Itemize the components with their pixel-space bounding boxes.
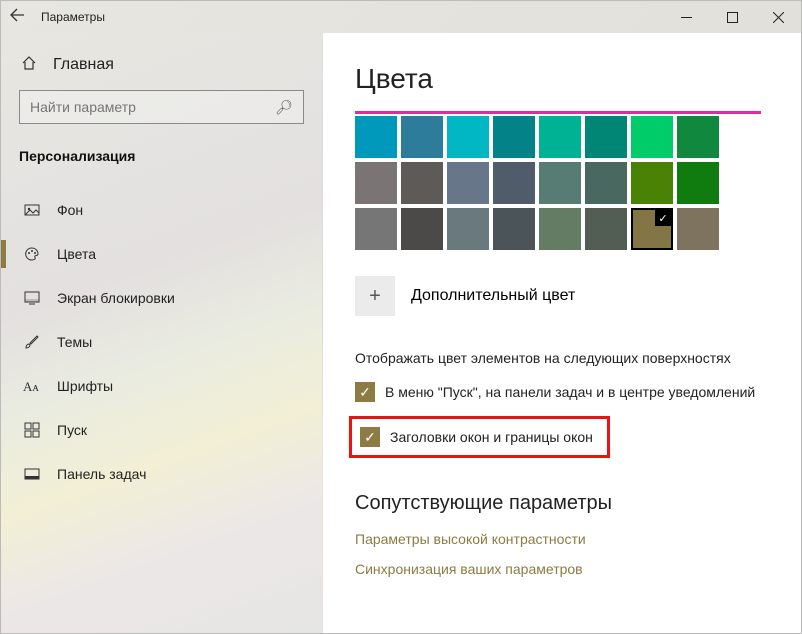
- color-swatch[interactable]: [539, 162, 581, 204]
- font-icon: Aᴀ: [23, 378, 41, 394]
- color-swatch[interactable]: ✓: [631, 208, 673, 250]
- color-swatch[interactable]: [355, 162, 397, 204]
- svg-text:Aᴀ: Aᴀ: [23, 379, 39, 394]
- category-label: Персонализация: [19, 148, 304, 164]
- sidebar-item-label: Экран блокировки: [57, 290, 175, 306]
- accent-topline: [355, 111, 761, 114]
- sidebar-item-brush[interactable]: Темы: [19, 320, 304, 364]
- color-swatch[interactable]: [631, 116, 673, 158]
- checkbox-label: В меню "Пуск", на панели задач и в центр…: [385, 384, 755, 400]
- color-swatch[interactable]: [401, 208, 443, 250]
- surfaces-heading: Отображать цвет элементов на следующих п…: [355, 350, 761, 366]
- search-box[interactable]: 🔍︎: [19, 90, 304, 124]
- color-swatch[interactable]: [677, 162, 719, 204]
- custom-color-button[interactable]: + Дополнительный цвет: [355, 276, 761, 316]
- sidebar: Главная 🔍︎ Персонализация Фон Цвета Экран …: [1, 33, 323, 633]
- checkmark-icon: ✓: [655, 210, 671, 226]
- color-swatch[interactable]: [447, 162, 489, 204]
- sidebar-item-label: Панель задач: [57, 466, 146, 482]
- main-content: Цвета ✓ + Дополнительный цвет Отображать…: [323, 33, 801, 633]
- minimize-button[interactable]: [663, 1, 709, 33]
- page-heading: Цвета: [355, 63, 761, 95]
- color-swatch[interactable]: [631, 162, 673, 204]
- link-high-contrast[interactable]: Параметры высокой контрастности: [355, 531, 761, 547]
- brush-icon: [23, 334, 41, 350]
- color-swatch[interactable]: [355, 116, 397, 158]
- checkmark-icon: ✓: [355, 382, 375, 402]
- checkbox-start-taskbar[interactable]: ✓ В меню "Пуск", на панели задач и в цен…: [355, 382, 761, 402]
- sidebar-item-lock-screen[interactable]: Экран блокировки: [19, 276, 304, 320]
- checkbox-label: Заголовки окон и границы окон: [390, 429, 593, 445]
- sidebar-item-label: Фон: [57, 202, 83, 218]
- color-swatch[interactable]: [355, 208, 397, 250]
- color-swatch[interactable]: [401, 162, 443, 204]
- sidebar-item-palette[interactable]: Цвета: [19, 232, 304, 276]
- color-swatch[interactable]: [677, 208, 719, 250]
- window-title: Параметры: [41, 10, 105, 24]
- color-swatch[interactable]: [539, 116, 581, 158]
- color-swatch[interactable]: [447, 208, 489, 250]
- color-swatch[interactable]: [493, 162, 535, 204]
- sidebar-item-font[interactable]: Aᴀ Шрифты: [19, 364, 304, 408]
- color-swatch[interactable]: [493, 208, 535, 250]
- color-swatch[interactable]: [585, 208, 627, 250]
- color-swatch[interactable]: [677, 116, 719, 158]
- back-button[interactable]: [9, 7, 41, 27]
- picture-icon: [23, 202, 41, 218]
- color-swatch[interactable]: [493, 116, 535, 158]
- sidebar-item-label: Шрифты: [57, 378, 113, 394]
- color-swatch[interactable]: [585, 116, 627, 158]
- maximize-button[interactable]: [709, 1, 755, 33]
- start-icon: [23, 422, 41, 438]
- custom-color-label: Дополнительный цвет: [411, 287, 575, 305]
- sidebar-item-picture[interactable]: Фон: [19, 188, 304, 232]
- checkmark-icon: ✓: [360, 427, 380, 447]
- sidebar-nav: Фон Цвета Экран блокировки Темы Aᴀ Шрифты Пуск…: [19, 188, 304, 496]
- color-swatch[interactable]: [447, 116, 489, 158]
- related-heading: Сопутствующие параметры: [355, 492, 761, 515]
- link-sync-settings[interactable]: Синхронизация ваших параметров: [355, 561, 761, 577]
- color-swatch[interactable]: [539, 208, 581, 250]
- window-controls: [663, 1, 801, 33]
- search-input[interactable]: [30, 99, 275, 115]
- sidebar-item-label: Темы: [57, 334, 92, 350]
- color-swatch[interactable]: [585, 162, 627, 204]
- color-swatch-grid: ✓: [355, 116, 761, 250]
- titlebar: Параметры: [1, 1, 801, 33]
- sidebar-item-label: Пуск: [57, 422, 87, 438]
- home-link[interactable]: Главная: [19, 49, 304, 90]
- taskbar-icon: [23, 466, 41, 482]
- sidebar-item-taskbar[interactable]: Панель задач: [19, 452, 304, 496]
- palette-icon: [23, 246, 41, 262]
- close-button[interactable]: [755, 1, 801, 33]
- search-icon: 🔍︎: [275, 99, 293, 116]
- plus-icon: +: [355, 276, 395, 316]
- home-label: Главная: [53, 56, 114, 74]
- sidebar-item-label: Цвета: [57, 246, 96, 262]
- color-swatch[interactable]: [401, 116, 443, 158]
- sidebar-item-start[interactable]: Пуск: [19, 408, 304, 452]
- lock-screen-icon: [23, 290, 41, 306]
- checkbox-titlebars-highlight[interactable]: ✓ Заголовки окон и границы окон: [349, 416, 610, 458]
- home-icon: [21, 55, 39, 74]
